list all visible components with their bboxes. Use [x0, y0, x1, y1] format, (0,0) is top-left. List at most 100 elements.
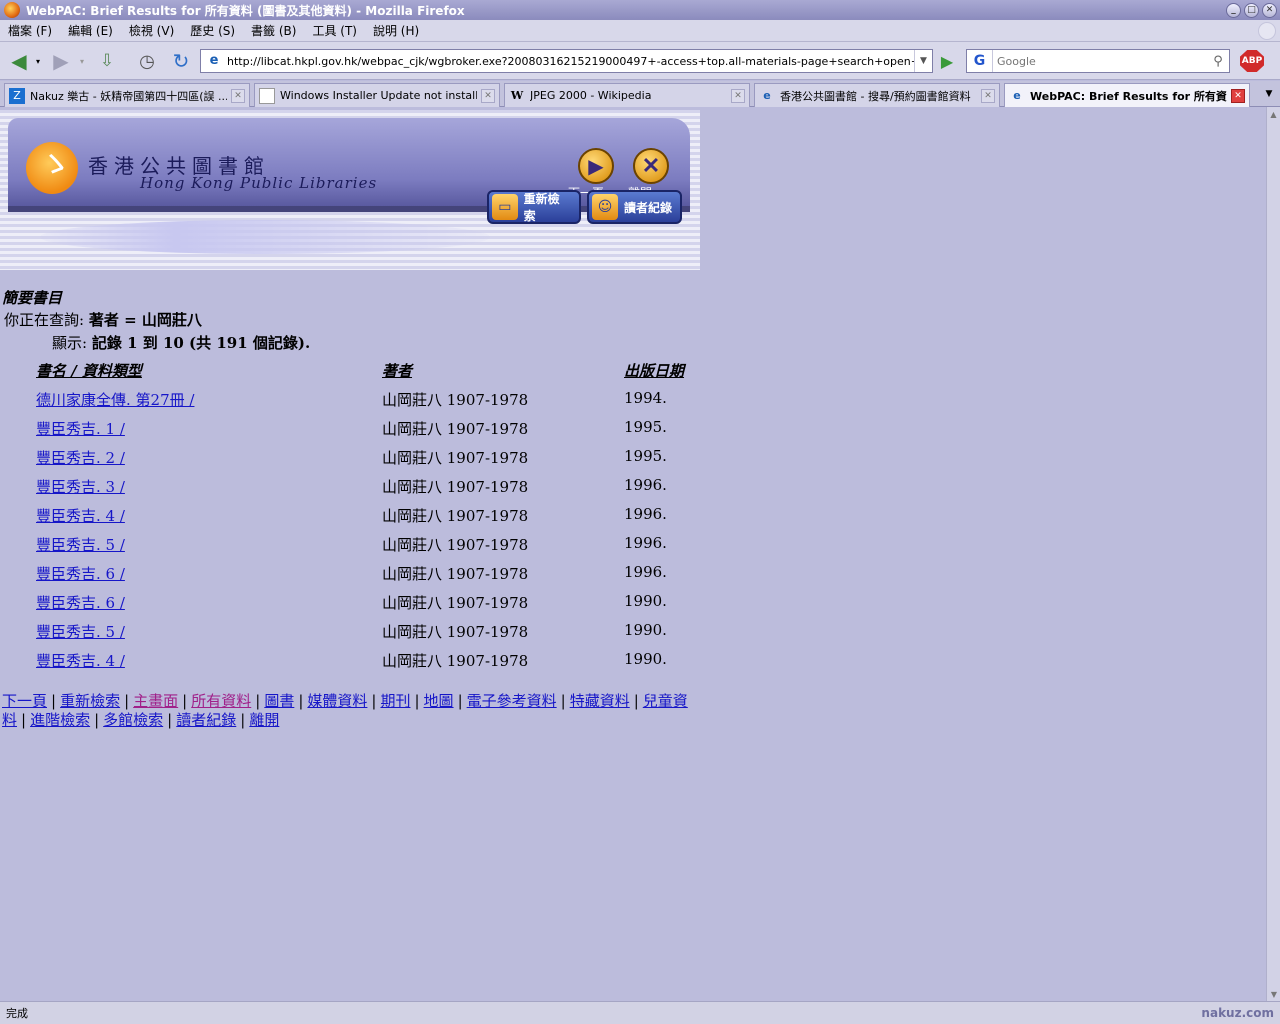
go-arrow-icon[interactable]: ▶ [936, 50, 958, 72]
forward-dropdown-icon[interactable]: ▾ [77, 48, 87, 74]
menu-edit[interactable]: 編輯 (E) [60, 22, 121, 39]
menu-view[interactable]: 檢視 (V) [121, 22, 182, 39]
nav-all-materials-link[interactable]: 所有資料 [191, 692, 251, 710]
tab-wikipedia[interactable]: W JPEG 2000 - Wikipedia ✕ [504, 83, 750, 107]
query-value: 著者 = 山岡莊八 [88, 311, 202, 329]
nav-special-link[interactable]: 特藏資料 [570, 692, 630, 710]
result-title-link[interactable]: 豐臣秀吉. 5 / [36, 621, 125, 642]
table-row: 豐臣秀吉. 5 / 山岡莊八 1907-1978 1990. [0, 621, 720, 650]
magnifier-icon[interactable]: ⚲ [1207, 54, 1229, 69]
nav-eref-link[interactable]: 電子參考資料 [467, 692, 557, 710]
nav-research-link[interactable]: 重新檢索 [60, 692, 120, 710]
search-bar[interactable]: G ⚲ [966, 49, 1230, 73]
result-title-link[interactable]: 德川家康全傳. 第27冊 / [36, 389, 194, 410]
url-bar[interactable]: e ▼ [200, 49, 933, 73]
next-page-button[interactable]: ▶ [578, 148, 614, 184]
table-row: 豐臣秀吉. 5 / 山岡莊八 1907-1978 1996. [0, 534, 720, 563]
vertical-scrollbar[interactable]: ▲ ▼ [1266, 107, 1280, 1001]
nav-periodicals-link[interactable]: 期刊 [380, 692, 410, 710]
forward-arrow-icon[interactable]: ▶ [48, 48, 74, 74]
table-row: 豐臣秀吉. 2 / 山岡莊八 1907-1978 1995. [0, 447, 720, 476]
download-icon[interactable]: ⇩ [94, 48, 120, 74]
table-row: 豐臣秀吉. 1 / 山岡莊八 1907-1978 1995. [0, 418, 720, 447]
tab-hkpl-search[interactable]: e 香港公共圖書館 - 搜尋/預約圖書館資料 ✕ [754, 83, 1000, 107]
back-dropdown-icon[interactable]: ▾ [33, 48, 43, 74]
count-value: 記錄 1 到 10 (共 191 個記錄). [91, 334, 311, 352]
result-title-link[interactable]: 豐臣秀吉. 5 / [36, 534, 125, 555]
reload-icon[interactable]: ↻ [168, 48, 194, 74]
nav-advanced-link[interactable]: 進階檢索 [30, 711, 90, 729]
result-title-link[interactable]: 豐臣秀吉. 2 / [36, 447, 125, 468]
result-title-link[interactable]: 豐臣秀吉. 4 / [36, 650, 125, 671]
banner-swoosh [40, 220, 490, 254]
nakuz-favicon-icon: Z [9, 87, 25, 104]
result-title-link[interactable]: 豐臣秀吉. 3 / [36, 476, 125, 497]
exit-button[interactable]: ✕ [633, 148, 669, 184]
table-row: 豐臣秀吉. 6 / 山岡莊八 1907-1978 1990. [0, 592, 720, 621]
menu-help[interactable]: 說明 (H) [365, 22, 427, 39]
result-author: 山岡莊八 1907-1978 [382, 507, 529, 525]
result-title-link[interactable]: 豐臣秀吉. 6 / [36, 563, 125, 584]
tab-close-icon[interactable]: ✕ [231, 88, 245, 103]
menu-bar: 檔案 (F) 編輯 (E) 檢視 (V) 歷史 (S) 書籤 (B) 工具 (T… [0, 20, 1280, 42]
result-author: 山岡莊八 1907-1978 [382, 449, 529, 467]
folder-icon: ▭ [492, 194, 518, 220]
reader-record-button[interactable]: ☺ 讀者紀錄 [587, 190, 682, 224]
nav-reader-link[interactable]: 讀者紀錄 [176, 711, 236, 729]
tab-webpac-active[interactable]: e WebPAC: Brief Results for 所有資... ✕ [1004, 83, 1250, 108]
watermark: nakuz.com [1201, 1006, 1274, 1020]
nav-next-link[interactable]: 下一頁 [2, 692, 47, 710]
column-header-author: 著者 [382, 362, 413, 380]
nav-multi-link[interactable]: 多館檢索 [103, 711, 163, 729]
play-arrow-icon: ▶ [588, 154, 604, 178]
menu-history[interactable]: 歷史 (S) [182, 22, 243, 39]
table-row: 豐臣秀吉. 4 / 山岡莊八 1907-1978 1990. [0, 650, 720, 679]
tab-close-icon[interactable]: ✕ [481, 88, 495, 103]
close-x-icon: ✕ [641, 153, 661, 179]
result-title-link[interactable]: 豐臣秀吉. 1 / [36, 418, 125, 439]
tab-list-icon[interactable]: ▼ [1258, 84, 1280, 104]
nav-books-link[interactable]: 圖書 [264, 692, 294, 710]
tab-close-icon[interactable]: ✕ [1231, 89, 1245, 103]
nav-maps-link[interactable]: 地圖 [424, 692, 454, 710]
close-button[interactable]: ✕ [1262, 2, 1277, 18]
nav-exit-link[interactable]: 離開 [249, 711, 279, 729]
menu-file[interactable]: 檔案 (F) [0, 22, 60, 39]
query-prefix: 你正在查詢: [4, 311, 85, 329]
page-icon [259, 87, 275, 104]
tab-bar: Z Nakuz 樂古 - 妖精帝國第四十四區(誤 ... ✕ Windows I… [0, 81, 1280, 108]
result-author: 山岡莊八 1907-1978 [382, 478, 529, 496]
scroll-down-icon[interactable]: ▼ [1267, 987, 1280, 1001]
search-input[interactable] [993, 53, 1207, 69]
result-title-link[interactable]: 豐臣秀吉. 6 / [36, 592, 125, 613]
url-history-dropdown-icon[interactable]: ▼ [914, 50, 932, 72]
menu-tools[interactable]: 工具 (T) [304, 22, 365, 39]
maximize-button[interactable]: □ [1244, 2, 1259, 18]
minimize-button[interactable]: _ [1226, 2, 1241, 18]
history-clock-icon[interactable]: ◷ [134, 48, 160, 74]
google-engine-icon[interactable]: G [967, 50, 993, 72]
result-author: 山岡莊八 1907-1978 [382, 536, 529, 554]
menu-bookmarks[interactable]: 書籤 (B) [243, 22, 304, 39]
result-date: 1996. [624, 476, 667, 494]
scroll-up-icon[interactable]: ▲ [1267, 107, 1280, 121]
nav-media-link[interactable]: 媒體資料 [307, 692, 367, 710]
page-title: 簡要書目 [2, 289, 63, 307]
table-row: 豐臣秀吉. 4 / 山岡莊八 1907-1978 1996. [0, 505, 720, 534]
throbber-icon [1258, 22, 1276, 40]
new-search-button[interactable]: ▭ 重新檢索 [487, 190, 581, 224]
back-arrow-icon[interactable]: ◀ [6, 48, 32, 74]
result-date: 1995. [624, 447, 667, 465]
firefox-icon [4, 2, 20, 18]
tab-windows-installer[interactable]: Windows Installer Update not installed ✕ [254, 83, 500, 107]
tab-close-icon[interactable]: ✕ [731, 88, 745, 103]
column-header-title: 書名 / 資料類型 [36, 362, 142, 380]
nav-home-link[interactable]: 主畫面 [133, 692, 178, 710]
result-author: 山岡莊八 1907-1978 [382, 565, 529, 583]
result-title-link[interactable]: 豐臣秀吉. 4 / [36, 505, 125, 526]
url-input[interactable] [227, 54, 914, 68]
result-date: 1990. [624, 621, 667, 639]
page-content: ゝ 香港公共圖書館 Hong Kong Public Libraries ▶ 下… [0, 107, 1266, 1001]
tab-close-icon[interactable]: ✕ [981, 88, 995, 103]
tab-nakuz[interactable]: Z Nakuz 樂古 - 妖精帝國第四十四區(誤 ... ✕ [4, 83, 250, 107]
